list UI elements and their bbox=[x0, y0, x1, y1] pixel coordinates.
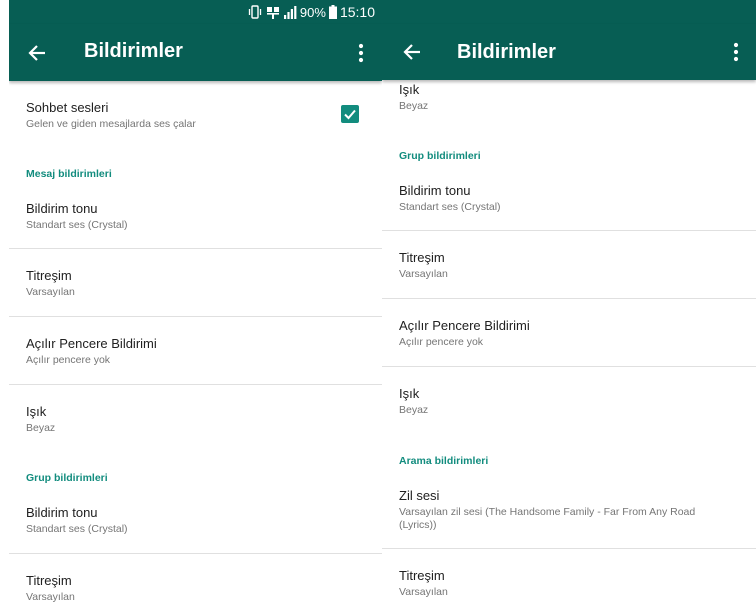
check-icon bbox=[344, 109, 356, 120]
pref-title: Işık bbox=[399, 386, 420, 401]
page-title: Bildirimler bbox=[457, 41, 556, 63]
pref-summary: Standart ses (Crystal) bbox=[26, 219, 128, 231]
pref-title: Titreşim bbox=[26, 268, 72, 283]
pref-summary: Beyaz bbox=[26, 422, 56, 434]
right-screen: Bildirimler Işık Beyaz Grup bildirimleri… bbox=[382, 0, 756, 610]
pref-group-light[interactable]: Işık Beyaz bbox=[382, 367, 756, 434]
pref-title: Titreşim bbox=[26, 573, 72, 588]
pref-summary: Beyaz bbox=[399, 404, 429, 416]
pref-notification-tone[interactable]: Bildirim tonu Standart ses (Crystal) bbox=[9, 182, 382, 248]
pref-summary: Varsayılan zil sesi (The Handsome Family… bbox=[399, 506, 696, 531]
pref-title: Işık bbox=[26, 404, 47, 419]
pref-title: Titreşim bbox=[399, 568, 445, 583]
pref-popup-notification[interactable]: Açılır Pencere Bildirimi Açılır pencere … bbox=[9, 317, 382, 384]
category-message-notifications: Mesaj bildirimleri bbox=[26, 168, 112, 180]
pref-summary: Varsayılan bbox=[399, 586, 448, 598]
pref-group-popup-notification[interactable]: Açılır Pencere Bildirimi Açılır pencere … bbox=[382, 299, 756, 366]
pref-title: Titreşim bbox=[399, 250, 445, 265]
pref-title: Açılır Pencere Bildirimi bbox=[399, 318, 530, 333]
pref-group-vibration[interactable]: Titreşim Varsayılan bbox=[9, 554, 382, 610]
arrow-left-icon bbox=[28, 45, 45, 61]
pref-group-notification-tone[interactable]: Bildirim tonu Standart ses (Crystal) bbox=[382, 164, 756, 230]
category-group-notifications: Grup bildirimleri bbox=[26, 472, 108, 484]
pref-summary: Varsayılan bbox=[26, 286, 75, 298]
back-button[interactable] bbox=[21, 37, 53, 69]
pref-title: Işık bbox=[399, 82, 420, 97]
pref-summary: Gelen ve giden mesajlarda ses çalar bbox=[26, 118, 196, 130]
battery-percent: 90% bbox=[299, 4, 326, 20]
dual-sim-icon bbox=[266, 5, 280, 19]
more-vert-icon bbox=[358, 43, 364, 63]
status-bar bbox=[382, 0, 756, 24]
pref-group-notification-tone[interactable]: Bildirim tonu Standart ses (Crystal) bbox=[9, 486, 382, 553]
status-icons: 90% 15:10 bbox=[247, 3, 375, 21]
pref-summary: Standart ses (Crystal) bbox=[26, 523, 128, 535]
back-button[interactable] bbox=[396, 36, 428, 68]
overflow-menu-button[interactable] bbox=[349, 37, 373, 69]
pref-ringtone[interactable]: Zil sesi Varsayılan zil sesi (The Handso… bbox=[382, 469, 756, 548]
pref-chat-sounds[interactable]: Sohbet sesleri Gelen ve giden mesajlarda… bbox=[9, 81, 382, 151]
pref-summary: Varsayılan bbox=[399, 268, 448, 280]
pref-title: Açılır Pencere Bildirimi bbox=[26, 336, 157, 351]
pref-summary: Açılır pencere yok bbox=[26, 354, 111, 366]
left-screen: 90% 15:10 Bildirimler Sohbet sesleri Gel… bbox=[9, 0, 382, 610]
pref-summary: Beyaz bbox=[399, 100, 429, 112]
pref-title: Bildirim tonu bbox=[26, 201, 98, 216]
pref-vibration[interactable]: Titreşim Varsayılan bbox=[9, 249, 382, 316]
pref-light-top[interactable]: Işık Beyaz bbox=[382, 80, 756, 124]
app-bar: Bildirimler bbox=[9, 24, 382, 81]
pref-summary: Standart ses (Crystal) bbox=[399, 201, 501, 213]
more-vert-icon bbox=[733, 42, 739, 62]
pref-title: Sohbet sesleri bbox=[26, 100, 109, 115]
signal-icon bbox=[283, 5, 297, 19]
app-bar: Bildirimler bbox=[382, 24, 756, 80]
status-bar: 90% 15:10 bbox=[9, 0, 382, 24]
arrow-left-icon bbox=[403, 44, 420, 60]
pref-title: Bildirim tonu bbox=[399, 183, 471, 198]
category-call-notifications: Arama bildirimleri bbox=[399, 455, 489, 467]
page-title: Bildirimler bbox=[84, 40, 183, 62]
battery-icon bbox=[328, 5, 337, 19]
clock: 15:10 bbox=[339, 4, 375, 20]
pref-group-vibration[interactable]: Titreşim Varsayılan bbox=[382, 231, 756, 298]
pref-title: Zil sesi bbox=[399, 488, 440, 503]
pref-call-vibration[interactable]: Titreşim Varsayılan bbox=[382, 549, 756, 610]
category-group-notifications: Grup bildirimleri bbox=[399, 150, 481, 162]
pref-summary: Açılır pencere yok bbox=[399, 336, 484, 348]
pref-light[interactable]: Işık Beyaz bbox=[9, 385, 382, 451]
chat-sounds-checkbox[interactable] bbox=[341, 105, 359, 123]
overflow-menu-button[interactable] bbox=[724, 36, 748, 68]
pref-summary: Varsayılan bbox=[26, 591, 75, 603]
pref-title: Bildirim tonu bbox=[26, 505, 98, 520]
vibrate-icon bbox=[247, 5, 263, 19]
